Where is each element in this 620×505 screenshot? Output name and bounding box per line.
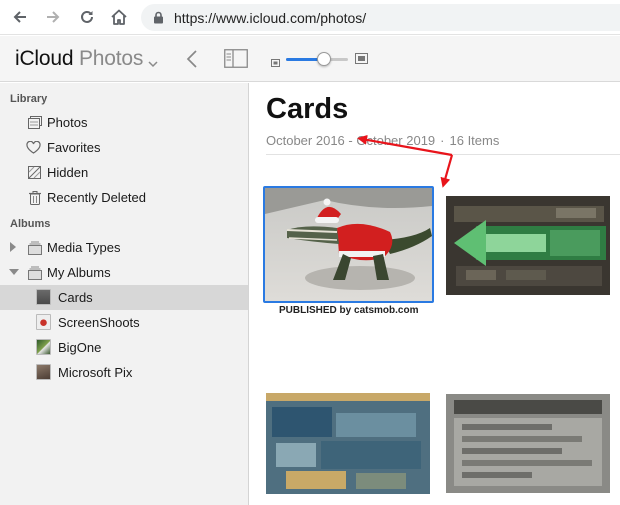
trash-icon [27,190,42,205]
app-header: iCloud Photos [0,36,620,82]
header-divider [266,154,620,155]
album-thumbnail [36,364,51,380]
sidebar-item-label: Media Types [47,240,121,255]
small-photo-icon [271,54,280,72]
large-photo-icon [355,51,368,69]
sidebar-item-label: Microsoft Pix [58,365,133,380]
sidebar-item-media-types[interactable]: Media Types [0,235,248,260]
sidebar-item-microsoft-pix[interactable]: Microsoft Pix [0,360,248,385]
sidebar-item-label: My Albums [47,265,111,280]
album-thumbnail [36,314,51,330]
date-range-start: October 2016 [266,133,345,148]
sidebar-item-label: Photos [47,115,88,130]
sidebar-item-cards[interactable]: Cards [0,285,248,310]
album-stack-icon [27,265,42,280]
chevron-down-icon[interactable] [148,55,158,73]
reload-icon[interactable] [78,8,96,26]
sidebar-item-recently-deleted[interactable]: Recently Deleted [0,185,248,210]
sidebar-item-favorites[interactable]: Favorites [0,135,248,160]
address-bar[interactable]: https://www.icloud.com/photos/ [141,4,620,31]
photo-thumbnail-gray-card[interactable] [446,394,610,493]
sidebar-item-label: ScreenShoots [58,315,140,330]
browser-toolbar: https://www.icloud.com/photos/ [0,0,620,35]
back-chevron-icon[interactable] [186,49,198,74]
sidebar-item-label: Recently Deleted [47,190,146,205]
sidebar-item-label: BigOne [58,340,102,355]
item-count: 16 Items [449,133,500,148]
sidebar: Library Photos Favorites Hidden Recently… [0,83,249,505]
url-text: https://www.icloud.com/photos/ [174,10,367,26]
sidebar-item-photos[interactable]: Photos [0,110,248,135]
album-subtitle: October 2016 - October 2019 · 16 Items [266,133,499,148]
date-range-separator: - [348,133,353,148]
sidebar-item-label: Hidden [47,165,89,180]
page-title: Cards [266,93,349,125]
sidebar-item-my-albums[interactable]: My Albums [0,260,248,285]
app-title[interactable]: iCloud Photos [15,47,143,71]
sidebar-item-bigone[interactable]: BigOne [0,335,248,360]
library-heading: Library [10,93,48,105]
photo-caption: PUBLISHED by catsmob.com [279,305,419,316]
sidebar-item-hidden[interactable]: Hidden [0,160,248,185]
zoom-slider-thumb[interactable] [317,52,332,66]
album-thumbnail [36,339,51,355]
home-icon[interactable] [110,8,128,26]
subtitle-dot: · [440,133,445,148]
zoom-slider[interactable] [286,52,348,66]
album-thumbnail [36,289,51,305]
sidebar-item-label: Cards [58,290,93,305]
album-stack-icon [27,240,42,255]
sidebar-item-screenshoots[interactable]: ScreenShoots [0,310,248,335]
lock-icon [153,11,164,29]
disclosure-down-icon[interactable] [9,269,19,275]
forward-arrow-icon[interactable] [44,8,62,26]
sidebar-toggle-icon[interactable] [224,49,248,73]
photo-thumbnail-alligator[interactable] [263,186,434,303]
section-name: Photos [78,47,144,70]
app-name: iCloud [15,47,74,70]
photo-thumbnail-green-card[interactable] [446,196,610,295]
back-arrow-icon[interactable] [11,8,29,26]
hidden-icon [27,165,42,180]
sidebar-item-label: Favorites [47,140,101,155]
albums-heading: Albums [10,218,51,230]
photos-icon [27,115,42,130]
heart-icon [26,140,41,155]
disclosure-right-icon[interactable] [10,242,16,252]
date-range-end: October 2019 [356,133,436,148]
photo-thumbnail-blue-card[interactable] [266,393,430,494]
